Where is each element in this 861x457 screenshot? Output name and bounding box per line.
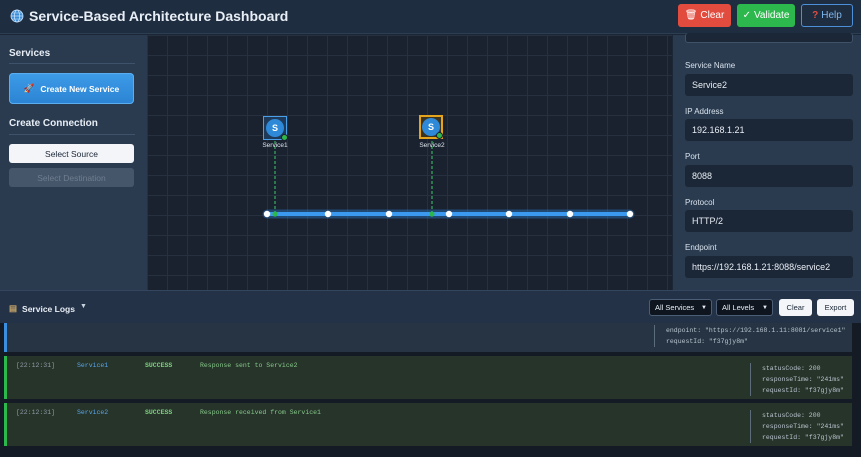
ip-address-label: IP Address bbox=[685, 107, 724, 116]
log-detail-line: endpoint: "https://192.168.1.11:8081/ser… bbox=[666, 327, 846, 334]
log-detail-line: responseTime: "241ms" bbox=[762, 423, 844, 430]
log-detail-line: statusCode: 200 bbox=[762, 365, 821, 372]
create-service-button[interactable]: 🚀 Create New Service bbox=[9, 73, 134, 104]
bus-port[interactable] bbox=[626, 210, 634, 218]
log-detail-line: requestId: "f37gjy8m" bbox=[666, 338, 748, 345]
export-logs-button[interactable]: Export bbox=[817, 299, 854, 316]
service-name-field[interactable]: Service2 bbox=[685, 74, 853, 96]
validate-button-label: Validate bbox=[753, 10, 790, 21]
protocol-field[interactable]: HTTP/2 bbox=[685, 210, 853, 232]
service-node-selected[interactable]: S bbox=[419, 115, 443, 139]
log-detail-line: requestId: "f37gjy8m" bbox=[762, 387, 844, 394]
select-source-button[interactable]: Select Source bbox=[9, 144, 134, 163]
sidebar: Services 🚀 Create New Service Create Con… bbox=[0, 35, 147, 290]
question-icon: ? bbox=[812, 10, 819, 21]
log-detail-line: statusCode: 200 bbox=[762, 412, 821, 419]
clear-button[interactable]: 🗑 Clear bbox=[678, 4, 731, 27]
service-properties-panel: Service Name Service2 IP Address 192.168… bbox=[673, 33, 861, 290]
log-details: endpoint: "https://192.168.1.11:8081/ser… bbox=[654, 325, 845, 347]
create-service-label: Create New Service bbox=[40, 83, 120, 94]
globe-icon bbox=[10, 9, 24, 23]
chevron-down-icon[interactable]: ▼ bbox=[80, 303, 87, 310]
logs-title[interactable]: ▤ Service Logs bbox=[9, 303, 75, 314]
trash-icon: 🗑 bbox=[684, 10, 698, 21]
status-indicator bbox=[436, 132, 443, 139]
log-level: SUCCESS bbox=[145, 409, 173, 416]
clear-logs-button[interactable]: Clear bbox=[779, 299, 812, 316]
log-message: Response sent to Service2 bbox=[200, 362, 298, 369]
log-entry: endpoint: "https://192.168.1.11:8081/ser… bbox=[4, 323, 852, 352]
port-field[interactable]: 8088 bbox=[685, 165, 853, 187]
log-service: Service2 bbox=[77, 409, 109, 416]
chevron-down-icon: ▼ bbox=[762, 304, 768, 311]
bus-port[interactable] bbox=[385, 210, 393, 218]
divider bbox=[9, 63, 135, 64]
bus-port[interactable] bbox=[505, 210, 513, 218]
log-detail-line: requestId: "f37gjy8m" bbox=[762, 434, 844, 441]
rocket-icon: 🚀 bbox=[23, 83, 35, 93]
service-label: Service1 bbox=[262, 142, 288, 149]
log-entry: [22:12:31] Service2 SUCCESS Response rec… bbox=[4, 403, 852, 446]
connection-point bbox=[272, 211, 278, 217]
log-time: [22:12:31] bbox=[16, 409, 56, 416]
log-list: endpoint: "https://192.168.1.11:8081/ser… bbox=[0, 323, 861, 457]
services-heading: Services bbox=[9, 48, 51, 59]
log-service: Service1 bbox=[77, 362, 109, 369]
logs-toolbar: ▤ Service Logs ▼ All Services ▼ All Leve… bbox=[0, 290, 861, 323]
bus-port[interactable] bbox=[263, 210, 271, 218]
checkmark-icon: ✓ bbox=[742, 10, 751, 21]
level-filter-value: All Levels bbox=[722, 303, 755, 312]
chevron-down-icon: ▼ bbox=[701, 304, 707, 311]
help-button[interactable]: ? Help bbox=[801, 4, 853, 27]
log-details: statusCode: 200 responseTime: "241ms" re… bbox=[750, 363, 844, 396]
log-entry: [22:12:31] Service1 SUCCESS Response sen… bbox=[4, 356, 852, 399]
ip-address-field[interactable]: 192.168.1.21 bbox=[685, 119, 853, 141]
page-title: Service-Based Architecture Dashboard bbox=[29, 8, 289, 24]
diagram-canvas[interactable]: S Service1 S Service2 bbox=[147, 35, 672, 290]
bus-port[interactable] bbox=[324, 210, 332, 218]
connection-layer bbox=[262, 141, 635, 219]
service-filter-select[interactable]: All Services ▼ bbox=[649, 299, 712, 316]
create-connection-heading: Create Connection bbox=[9, 118, 98, 129]
help-button-label: Help bbox=[821, 10, 842, 21]
service-node[interactable]: S bbox=[263, 116, 288, 141]
clear-button-label: Clear bbox=[700, 10, 725, 21]
service-name-label: Service Name bbox=[685, 61, 736, 70]
endpoint-field[interactable]: https://192.168.1.21:8088/service2 bbox=[685, 256, 853, 278]
select-destination-button[interactable]: Select Destination bbox=[9, 168, 134, 187]
previous-field[interactable] bbox=[685, 33, 853, 43]
endpoint-label: Endpoint bbox=[685, 243, 717, 252]
level-filter-select[interactable]: All Levels ▼ bbox=[716, 299, 773, 316]
validate-button[interactable]: ✓ Validate bbox=[737, 4, 795, 27]
service-label: Service2 bbox=[419, 142, 445, 149]
clipboard-icon: ▤ bbox=[9, 303, 18, 313]
logs-title-label: Service Logs bbox=[22, 303, 75, 314]
port-label: Port bbox=[685, 152, 700, 161]
log-level: SUCCESS bbox=[145, 362, 173, 369]
divider bbox=[9, 134, 135, 135]
log-time: [22:12:31] bbox=[16, 362, 56, 369]
log-message: Response received from Service1 bbox=[200, 409, 321, 416]
log-details: statusCode: 200 responseTime: "241ms" re… bbox=[750, 410, 844, 443]
bus-port[interactable] bbox=[566, 210, 574, 218]
bus-port[interactable] bbox=[445, 210, 453, 218]
log-detail-line: responseTime: "241ms" bbox=[762, 376, 844, 383]
service-filter-value: All Services bbox=[655, 303, 695, 312]
status-indicator bbox=[281, 134, 288, 141]
protocol-label: Protocol bbox=[685, 198, 715, 207]
top-bar: Service-Based Architecture Dashboard 🗑 C… bbox=[0, 0, 861, 34]
connection-point bbox=[429, 211, 435, 217]
